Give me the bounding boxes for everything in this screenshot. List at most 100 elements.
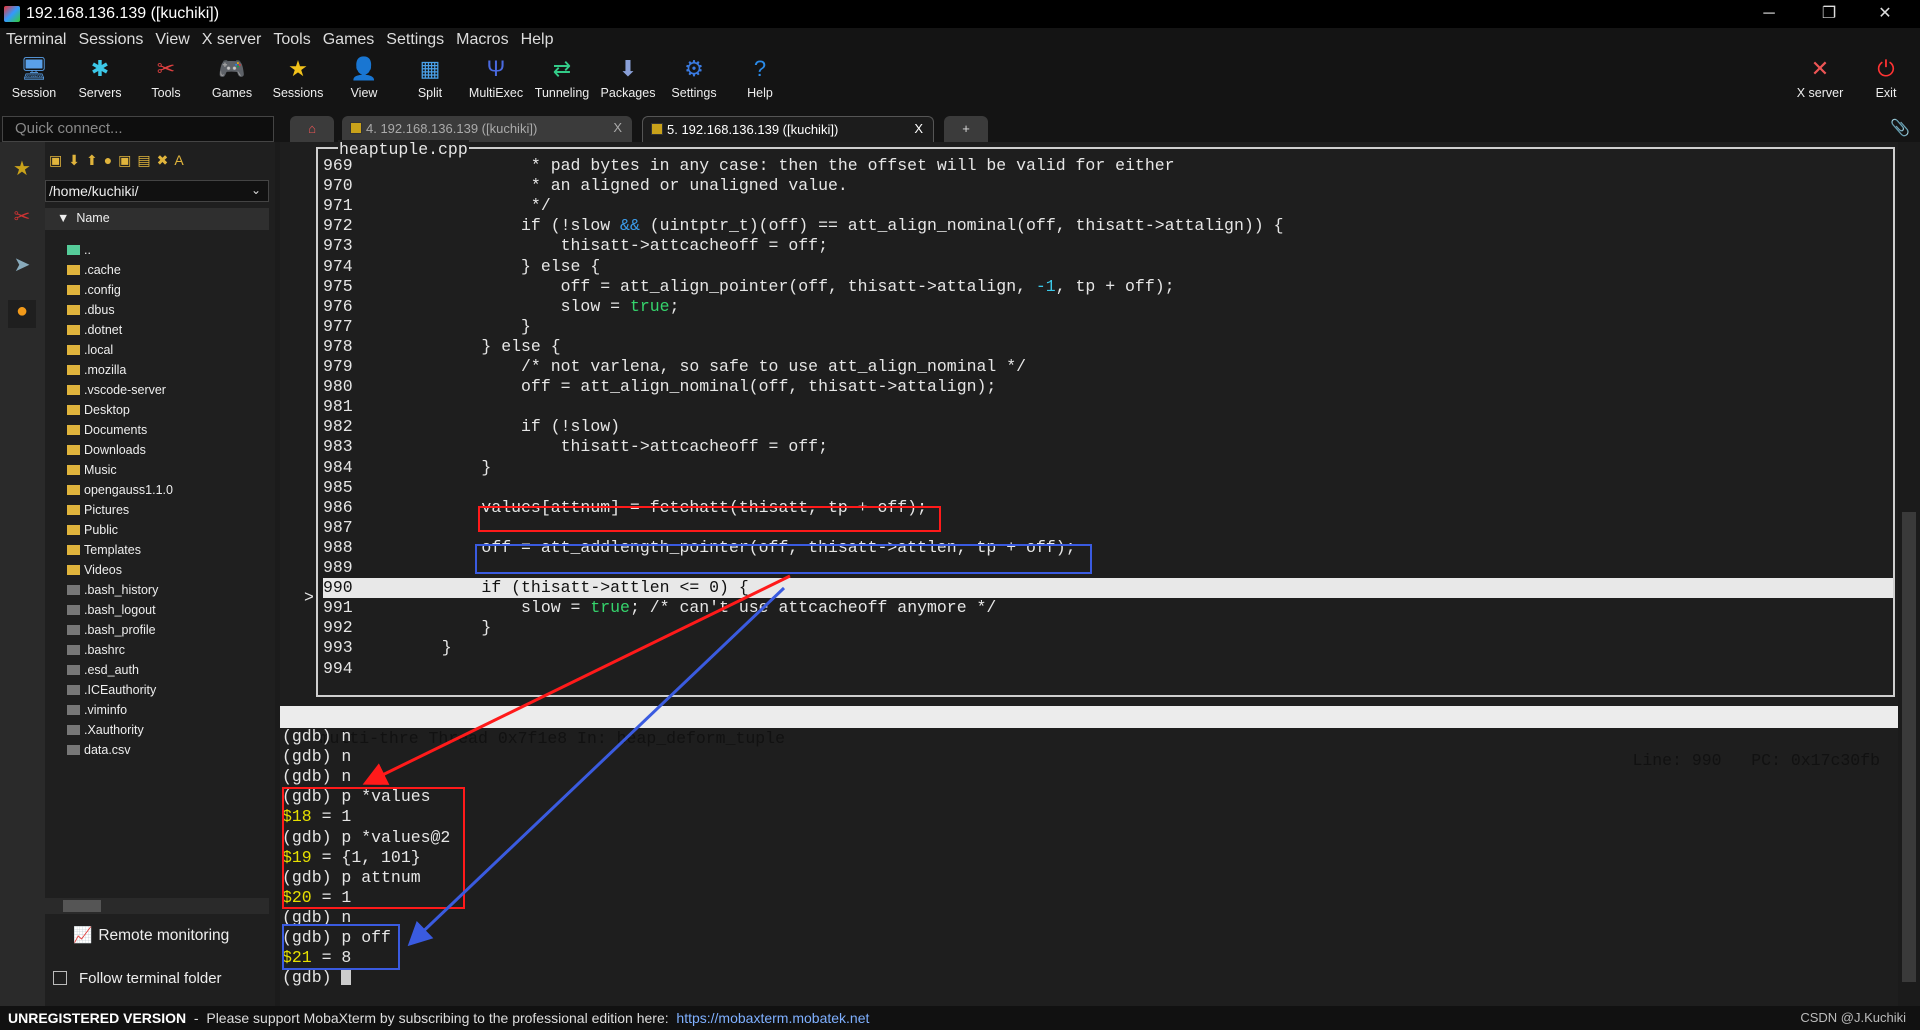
list-item[interactable]: Videos <box>67 563 122 583</box>
tunneling-icon: ⇄ <box>552 56 572 81</box>
send-icon[interactable]: ➤ <box>8 252 36 280</box>
sftp-icon[interactable]: ● <box>8 300 36 328</box>
menu-sessions[interactable]: Sessions <box>72 28 149 49</box>
tools-icon[interactable]: ✂ <box>8 204 36 232</box>
toolbar: 🖥 Session ✱ Servers ✂ Tools 🎮 Games ★ Sessions 👤 Vi… <box>0 52 1920 112</box>
list-item[interactable]: Pictures <box>67 503 129 523</box>
toolbar-label: Split <box>417 86 443 100</box>
list-item[interactable]: Desktop <box>67 403 130 423</box>
toolbar-label: Help <box>747 86 773 100</box>
file-name: .bash_logout <box>84 603 156 617</box>
close-button[interactable]: ✕ <box>1862 2 1908 26</box>
toolbar-split-button[interactable]: ▦ Split <box>397 56 463 100</box>
minimize-button[interactable]: ─ <box>1746 2 1792 26</box>
toolbar-help-button[interactable]: ? Help <box>727 56 793 100</box>
toolbar-servers-button[interactable]: ✱ Servers <box>67 56 133 100</box>
toolbar-multiexec-button[interactable]: Ψ MultiExec <box>463 56 529 100</box>
file-name: Videos <box>84 563 122 577</box>
list-item[interactable]: .. <box>67 243 91 263</box>
list-item[interactable]: Music <box>67 463 117 483</box>
toolbar-tools-button[interactable]: ✂ Tools <box>133 56 199 100</box>
attach-icon[interactable]: 📎 <box>1890 118 1910 138</box>
file-toolbar-icons[interactable]: ▣⬇⬆●▣▤✖A <box>49 152 190 169</box>
list-item[interactable]: Downloads <box>67 443 146 463</box>
tab-session-4[interactable]: 4. 192.168.136.139 ([kuchiki]) X <box>342 116 632 142</box>
file-icon <box>67 605 80 615</box>
tab-session-5[interactable]: 5. 192.168.136.139 ([kuchiki]) X <box>642 116 934 142</box>
file-name: .bashrc <box>84 643 125 657</box>
file-name: .ICEauthority <box>84 683 157 697</box>
toolbar-sessions-button[interactable]: ★ Sessions <box>265 56 331 100</box>
menu-settings[interactable]: Settings <box>380 28 450 49</box>
folder-icon <box>67 305 80 315</box>
list-item[interactable]: .bash_profile <box>67 623 156 643</box>
checkbox-icon[interactable] <box>53 971 67 985</box>
list-item[interactable]: .local <box>67 343 113 363</box>
star-icon[interactable]: ★ <box>8 156 36 184</box>
list-item[interactable]: Documents <box>67 423 147 443</box>
close-tab-icon[interactable]: X <box>613 120 622 135</box>
mobatek-link[interactable]: https://mobaxterm.mobatek.net <box>676 1010 869 1026</box>
folder-icon <box>67 505 80 515</box>
toolbar-games-button[interactable]: 🎮 Games <box>199 56 265 100</box>
list-item[interactable]: .dbus <box>67 303 115 323</box>
list-item[interactable]: .vscode-server <box>67 383 166 403</box>
file-name: Templates <box>84 543 141 557</box>
file-name: .config <box>84 283 121 297</box>
maximize-button[interactable]: ❐ <box>1806 2 1852 26</box>
horizontal-scrollbar[interactable] <box>45 898 269 914</box>
chevron-down-icon[interactable]: ⌄ <box>251 183 261 197</box>
file-name: .mozilla <box>84 363 127 377</box>
toolbar-x-server-button[interactable]: ✕ X server <box>1787 56 1853 100</box>
list-item[interactable]: .viminfo <box>67 703 127 723</box>
terminal-scrollbar[interactable] <box>1898 142 1920 1006</box>
menu-x-server[interactable]: X server <box>196 28 268 49</box>
menu-view[interactable]: View <box>149 28 195 49</box>
file-icon <box>67 625 80 635</box>
toolbar-session-button[interactable]: 🖥 Session <box>1 56 67 100</box>
file-name: Desktop <box>84 403 130 417</box>
list-item[interactable]: .bash_history <box>67 583 158 603</box>
toolbar-settings-button[interactable]: ⚙ Settings <box>661 56 727 100</box>
toolbar-tunneling-button[interactable]: ⇄ Tunneling <box>529 56 595 100</box>
terminal-key-icon <box>350 122 362 134</box>
name-column-header[interactable]: ▼ Name <box>45 208 269 230</box>
list-item[interactable]: .Xauthority <box>67 723 144 743</box>
list-item[interactable]: .ICEauthority <box>67 683 156 703</box>
list-item[interactable]: .mozilla <box>67 363 126 383</box>
list-item[interactable]: .bashrc <box>67 643 125 663</box>
list-item[interactable]: .bash_logout <box>67 603 156 623</box>
list-item[interactable]: .cache <box>67 263 121 283</box>
list-item[interactable]: .esd_auth <box>67 663 139 683</box>
list-item[interactable]: .config <box>67 283 121 303</box>
list-item[interactable]: opengauss1.1.0 <box>67 483 173 503</box>
menu-help[interactable]: Help <box>515 28 560 49</box>
toolbar-packages-button[interactable]: ⬇ Packages <box>595 56 661 100</box>
follow-terminal-folder-checkbox[interactable]: Follow terminal folder <box>53 970 222 987</box>
view-icon: 👤 <box>350 56 378 81</box>
terminal-key-icon <box>651 123 663 135</box>
window-title: 192.168.136.139 ([kuchiki]) <box>26 5 220 22</box>
multiexec-icon: Ψ <box>486 56 506 81</box>
remote-monitoring-button[interactable]: 📈 Remote monitoring <box>73 926 229 945</box>
list-item[interactable]: .dotnet <box>67 323 122 343</box>
power-icon: ⏻ <box>1877 56 1895 81</box>
terminal[interactable]: heaptuple.cpp 969 * pad bytes in any cas… <box>280 140 1898 1006</box>
home-tab[interactable]: ⌂ <box>290 116 334 142</box>
folder-icon <box>67 565 80 575</box>
menu-tools[interactable]: Tools <box>267 28 316 49</box>
list-item[interactable]: Public <box>67 523 118 543</box>
toolbar-exit-button[interactable]: ⏻ Exit <box>1853 56 1919 100</box>
menu-games[interactable]: Games <box>317 28 381 49</box>
list-item[interactable]: Templates <box>67 543 141 563</box>
list-item[interactable]: data.csv <box>67 743 131 763</box>
close-tab-icon[interactable]: X <box>914 121 923 136</box>
new-tab-button[interactable]: + <box>944 116 988 142</box>
menu-terminal[interactable]: Terminal <box>0 28 72 49</box>
toolbar-view-button[interactable]: 👤 View <box>331 56 397 100</box>
file-name: opengauss1.1.0 <box>84 483 173 497</box>
path-input[interactable]: /home/kuchiki/ <box>45 180 269 202</box>
quick-connect-input[interactable]: Quick connect... <box>2 116 274 142</box>
menu-macros[interactable]: Macros <box>450 28 514 49</box>
folder-icon <box>67 545 80 555</box>
